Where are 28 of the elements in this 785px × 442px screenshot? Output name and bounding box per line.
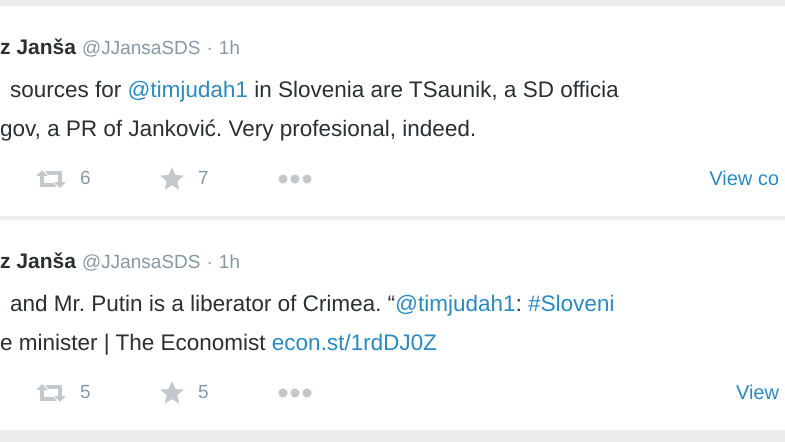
separator-dot: · (206, 252, 213, 274)
url-link[interactable]: econ.st/1rdDJ0Z (272, 330, 437, 355)
retweet-icon[interactable] (34, 382, 68, 404)
tweet-time[interactable]: 1h (218, 38, 240, 60)
author-handle[interactable]: @JJansaSDS (82, 252, 200, 274)
tweet-text: and Mr. Putin is a liberator of Crimea. “@timjudah1: #Sloveni (9, 290, 616, 318)
favorite-count: 7 (198, 168, 209, 190)
tweet-text: gov, a PR of Janković. Very profesional, indeed. (0, 115, 478, 143)
view-conversation-link[interactable]: View (736, 382, 785, 404)
author-name[interactable]: z Janša (0, 250, 76, 274)
star-icon[interactable] (158, 380, 186, 406)
more-icon[interactable] (278, 173, 312, 185)
tweet-text: e minister | The Economist econ.st/1rdDJ0Z (0, 329, 438, 357)
retweet-count: 6 (80, 168, 91, 190)
retweet-count: 5 (80, 382, 91, 404)
separator-dot: · (206, 38, 213, 60)
author-handle[interactable]: @JJansaSDS (82, 38, 200, 60)
mention-link[interactable]: @timjudah1 (128, 77, 248, 102)
favorite-count: 5 (198, 382, 209, 404)
author-name[interactable]: z Janša (0, 36, 76, 60)
hashtag-link[interactable]: #Sloveni (528, 291, 614, 316)
view-conversation-link[interactable]: View co (709, 168, 785, 190)
star-icon[interactable] (158, 166, 186, 192)
tweet-text: sources for @timjudah1 in Slovenia are TSaunik, a SD officia (9, 76, 620, 104)
mention-link[interactable]: @timjudah1 (395, 291, 516, 316)
retweet-icon[interactable] (34, 168, 68, 190)
tweet-time[interactable]: 1h (218, 252, 240, 274)
more-icon[interactable] (278, 387, 312, 399)
